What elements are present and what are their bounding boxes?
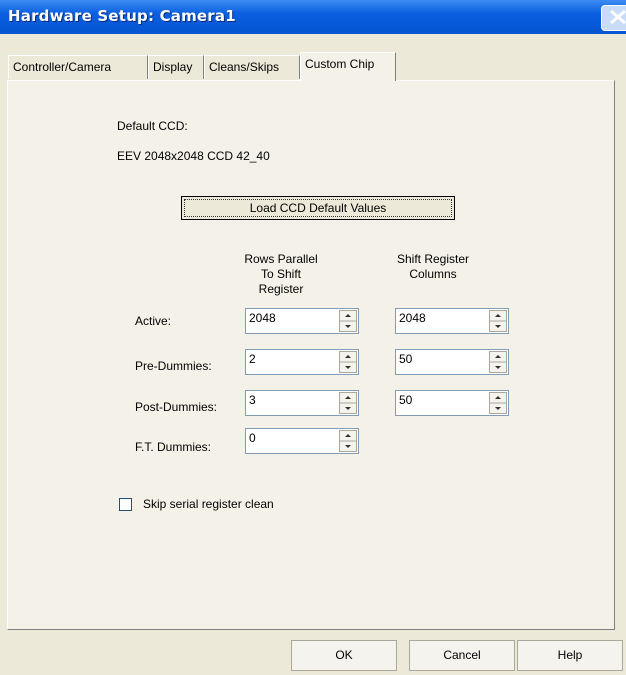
- pre-dummies-rows-spinner[interactable]: 2: [245, 349, 359, 375]
- post-dummies-cols-spinner[interactable]: 50: [395, 390, 509, 416]
- default-ccd-label: Default CCD:: [117, 119, 188, 133]
- post-dummies-rows-value: 3: [249, 393, 256, 407]
- spin-arrows-icon[interactable]: [339, 351, 357, 373]
- post-dummies-rows-spinner[interactable]: 3: [245, 390, 359, 416]
- pre-dummies-label: Pre-Dummies:: [135, 359, 212, 373]
- default-ccd-value: EEV 2048x2048 CCD 42_40: [117, 149, 270, 163]
- cols-column-header: Shift Register Columns: [378, 252, 488, 282]
- rows-header-line-2: To Shift: [260, 267, 302, 281]
- load-ccd-defaults-button[interactable]: Load CCD Default Values: [181, 196, 455, 220]
- window-title: Hardware Setup: Camera1: [8, 7, 236, 25]
- tab-cleans-skips[interactable]: Cleans/Skips: [204, 55, 300, 79]
- tab-label: Custom Chip: [305, 57, 375, 71]
- spin-arrows-icon[interactable]: [489, 351, 507, 373]
- active-rows-spinner[interactable]: 2048: [245, 308, 359, 334]
- tab-label: Controller/Camera: [13, 60, 112, 74]
- close-button[interactable]: [601, 5, 626, 31]
- skip-serial-clean-checkbox[interactable]: [119, 498, 132, 511]
- ok-button[interactable]: OK: [291, 640, 397, 671]
- spin-arrows-icon[interactable]: [339, 392, 357, 414]
- load-ccd-defaults-label: Load CCD Default Values: [184, 199, 452, 217]
- ft-dummies-rows-value: 0: [249, 431, 256, 445]
- active-rows-value: 2048: [249, 311, 276, 325]
- pre-dummies-cols-spinner[interactable]: 50: [395, 349, 509, 375]
- tab-label: Cleans/Skips: [209, 60, 280, 74]
- help-button[interactable]: Help: [517, 640, 623, 671]
- cancel-button[interactable]: Cancel: [409, 640, 515, 671]
- rows-header-line-1: Rows Parallel: [244, 252, 318, 266]
- tab-label: Display: [153, 60, 193, 74]
- post-dummies-label: Post-Dummies:: [135, 400, 218, 414]
- pre-dummies-rows-value: 2: [249, 352, 256, 366]
- title-bar: Hardware Setup: Camera1: [0, 0, 626, 34]
- active-cols-value: 2048: [399, 311, 426, 325]
- rows-header-line-3: Register: [258, 282, 304, 296]
- tab-controller-camera[interactable]: Controller/Camera: [8, 55, 148, 79]
- spin-arrows-icon[interactable]: [489, 310, 507, 332]
- spin-arrows-icon[interactable]: [489, 392, 507, 414]
- skip-serial-clean-label: Skip serial register clean: [143, 497, 274, 511]
- active-label: Active:: [135, 314, 172, 328]
- ft-dummies-rows-spinner[interactable]: 0: [245, 428, 359, 454]
- active-cols-spinner[interactable]: 2048: [395, 308, 509, 334]
- tab-custom-chip[interactable]: Custom Chip: [300, 52, 396, 81]
- close-x-icon: [610, 9, 626, 25]
- post-dummies-cols-value: 50: [399, 393, 413, 407]
- pre-dummies-cols-value: 50: [399, 352, 413, 366]
- spin-arrows-icon[interactable]: [339, 310, 357, 332]
- spin-arrows-icon[interactable]: [339, 430, 357, 452]
- ft-dummies-label: F.T. Dummies:: [135, 440, 212, 454]
- cols-header-line-1: Shift Register: [396, 252, 470, 266]
- tab-display[interactable]: Display: [148, 55, 204, 79]
- cols-header-line-2: Columns: [409, 267, 457, 281]
- rows-column-header: Rows Parallel To Shift Register: [236, 252, 326, 297]
